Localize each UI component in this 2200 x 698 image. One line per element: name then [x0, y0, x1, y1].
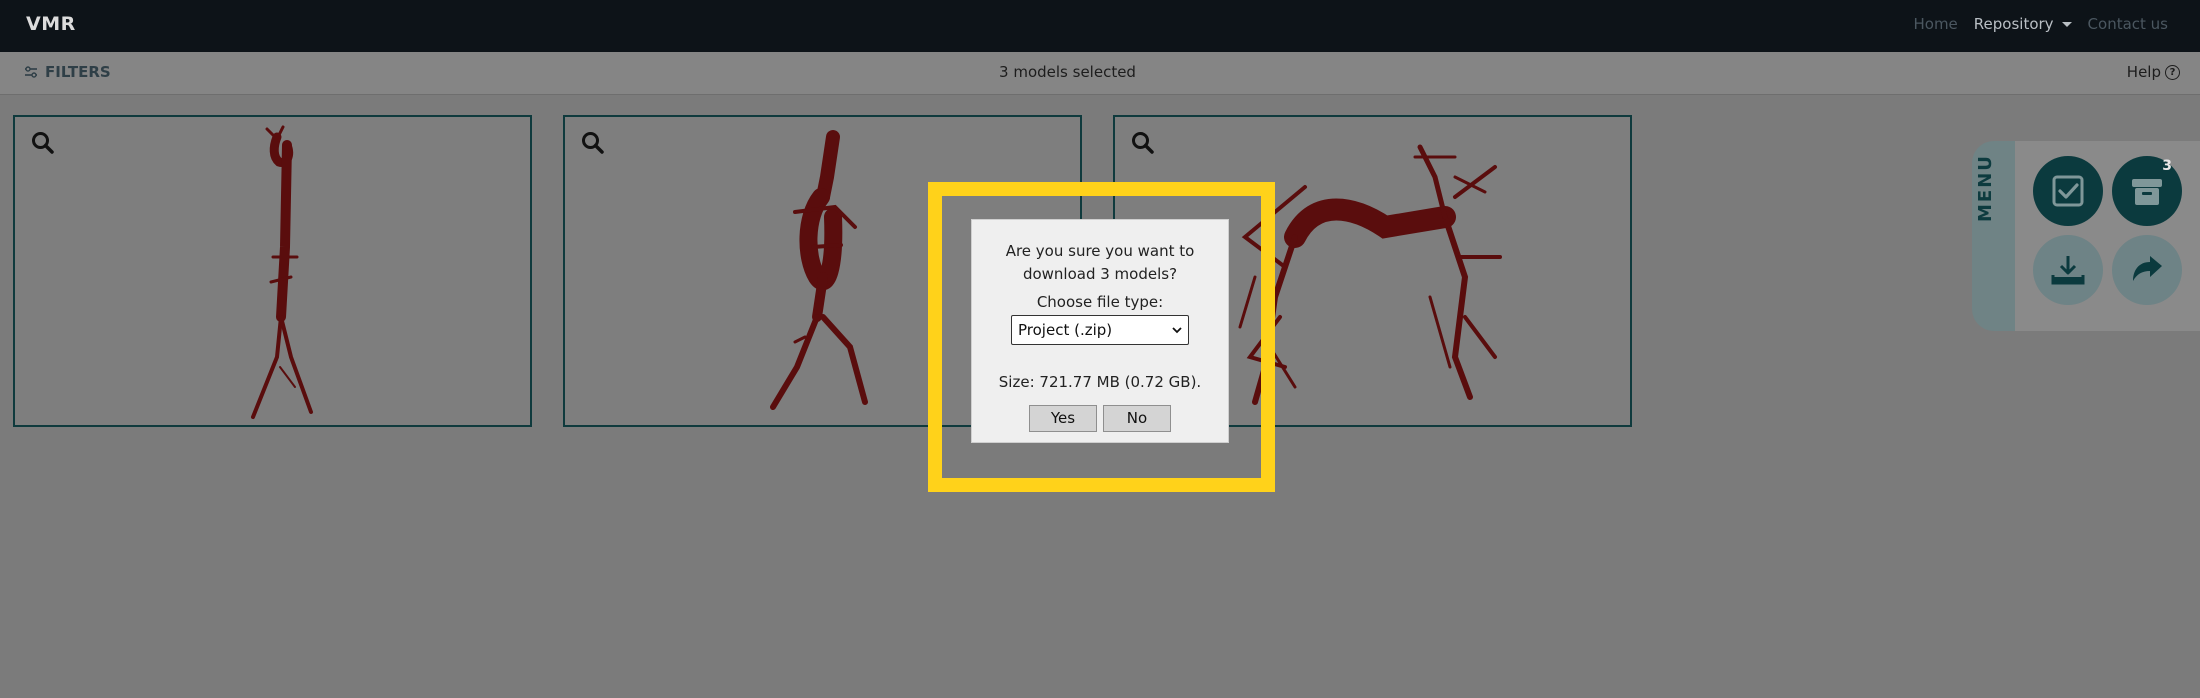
- file-type-label: Choose file type:: [1036, 293, 1164, 311]
- dialog-buttons: Yes No: [972, 405, 1228, 432]
- download-icon: [2051, 256, 2085, 285]
- nav-home-link[interactable]: Home: [1913, 15, 1957, 33]
- yes-button[interactable]: Yes: [1029, 405, 1097, 432]
- nav-repository-label: Repository: [1973, 15, 2054, 33]
- share-button[interactable]: [2112, 235, 2182, 305]
- selection-archive-button[interactable]: 3: [2112, 156, 2182, 226]
- select-all-button[interactable]: [2033, 156, 2103, 226]
- menu-panel: 3: [2015, 141, 2200, 331]
- filter-bar: FILTERS 3 models selected Help ?: [0, 52, 2200, 95]
- caret-down-icon: [2061, 21, 2072, 27]
- nav-links: Home Repository Contact us: [1897, 15, 2168, 33]
- selected-count-text: 3 models selected: [999, 63, 1136, 81]
- file-type-value: Project (.zip): [1018, 321, 1113, 339]
- chevron-down-icon: [1172, 326, 1182, 333]
- check-box-icon: [2052, 175, 2084, 207]
- nav-contact-link[interactable]: Contact us: [2088, 15, 2168, 33]
- no-button[interactable]: No: [1103, 405, 1171, 432]
- help-link[interactable]: Help ?: [2127, 63, 2180, 81]
- question-circle-icon: ?: [2165, 64, 2180, 80]
- archive-icon: [2132, 179, 2162, 205]
- download-confirm-dialog: Are you sure you want to download 3 mode…: [971, 219, 1229, 443]
- share-icon: [2133, 256, 2162, 281]
- nav-repository-dropdown[interactable]: Repository: [1974, 15, 2072, 33]
- download-button[interactable]: [2033, 235, 2103, 305]
- selection-count-badge: 3: [2162, 158, 2172, 174]
- file-type-select[interactable]: Project (.zip): [1011, 315, 1189, 345]
- model-card-1[interactable]: [13, 115, 532, 427]
- download-size-text: Size: 721.77 MB (0.72 GB).: [998, 373, 1202, 391]
- brand-logo[interactable]: VMR: [26, 13, 76, 35]
- help-label: Help: [2126, 63, 2161, 81]
- dialog-question: Are you sure you want to download 3 mode…: [1005, 242, 1195, 283]
- menu-label: MENU: [1975, 154, 1996, 222]
- top-navbar: VMR Home Repository Contact us: [0, 0, 2200, 52]
- aorta-model-image: [251, 125, 313, 419]
